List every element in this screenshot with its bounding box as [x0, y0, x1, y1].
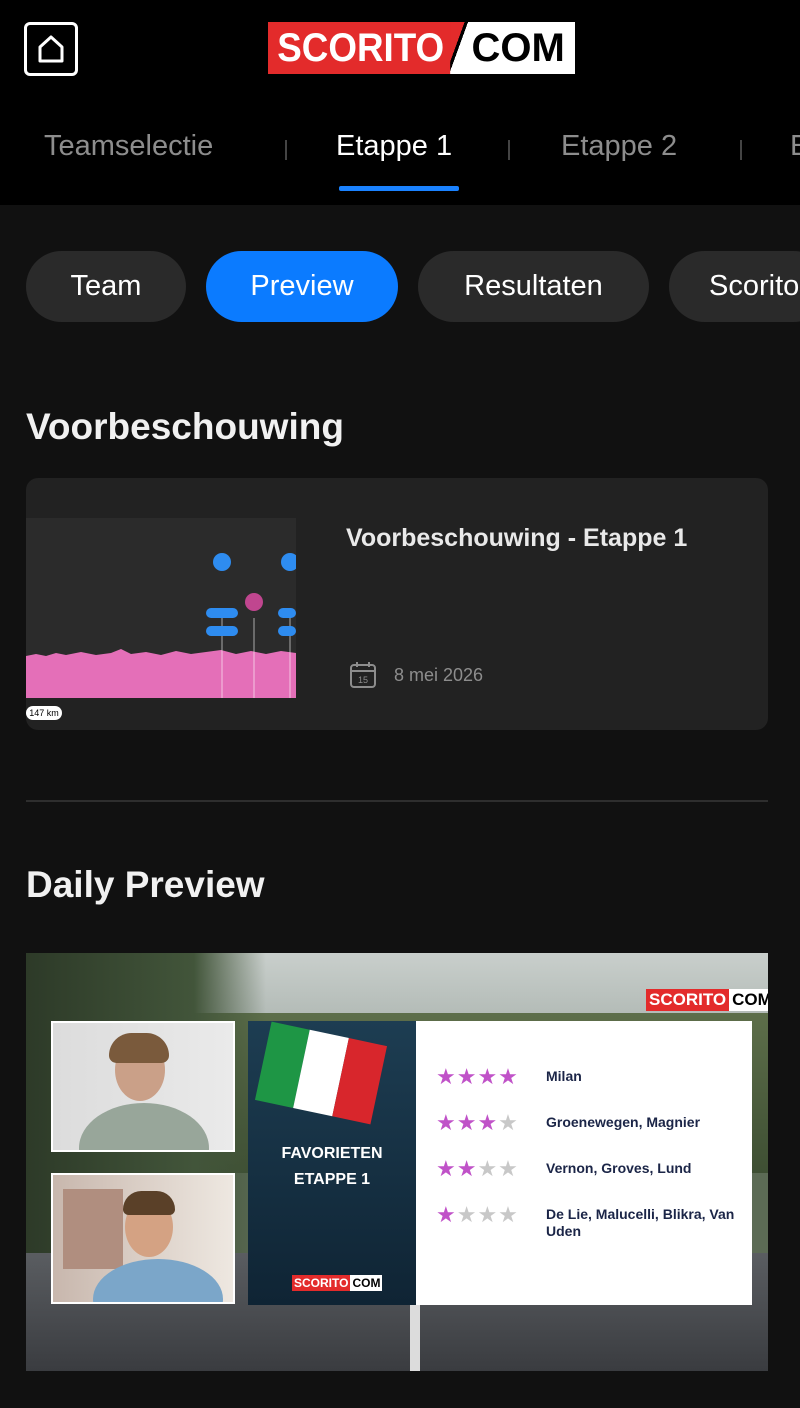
stage-tabs: Teamselectie Etappe 1 Etappe 2 E: [0, 118, 800, 192]
tab-etappe-1[interactable]: Etappe 1: [336, 130, 452, 163]
home-icon: [38, 35, 64, 63]
top-bar: SCORITO COM Teamselectie Etappe 1 Etappe…: [0, 0, 800, 205]
section-title-voorbeschouwing: Voorbeschouwing: [26, 406, 344, 447]
star-rating: ★★★★: [436, 1064, 519, 1089]
home-button[interactable]: [24, 22, 78, 76]
tab-teamselectie[interactable]: Teamselectie: [44, 130, 213, 163]
star-rating: ★★★★: [436, 1156, 519, 1181]
article-title: Voorbeschouwing - Etappe 1: [346, 524, 688, 552]
scorito-logo[interactable]: SCORITO COM: [268, 22, 575, 74]
webcam-host-1: [51, 1021, 235, 1152]
distance-badge: 147 km: [26, 706, 62, 720]
daily-preview-video[interactable]: SCORITO COM FAVORIETEN ETAPPE 1 SCORITO CO…: [26, 953, 768, 1371]
ratings-panel: ★★★★ Milan ★★★★ Groenewegen, Magnier ★★★…: [416, 1021, 752, 1305]
favorites-title: FAVORIETEN ETAPPE 1: [281, 1145, 383, 1188]
rating-row: ★★★★ Vernon, Groves, Lund: [436, 1156, 692, 1181]
subtab-resultaten[interactable]: Resultaten: [418, 251, 649, 322]
subtab-scorito[interactable]: Scorito: [669, 251, 800, 322]
panel-scorito-logo: SCORITO COM: [292, 1275, 383, 1291]
italy-flag: [254, 1021, 388, 1125]
tab-etappe-3[interactable]: E: [790, 130, 800, 163]
section-title-daily-preview: Daily Preview: [26, 864, 265, 905]
rating-row: ★★★★ Milan: [436, 1064, 582, 1089]
calendar-day: 15: [358, 675, 368, 685]
section-divider: [26, 800, 768, 802]
active-tab-underline: [339, 186, 459, 191]
tab-etappe-2[interactable]: Etappe 2: [561, 130, 677, 163]
star-rating: ★★★★: [436, 1202, 519, 1227]
logo-text-left: SCORITO: [268, 22, 450, 74]
favorites-panel: FAVORIETEN ETAPPE 1 SCORITO COM: [248, 1021, 416, 1305]
webcam-host-2: [51, 1173, 235, 1304]
calendar-icon: 15: [350, 662, 376, 688]
logo-text-right: COM: [467, 22, 575, 74]
preview-article-card[interactable]: 147 km Voorbeschouwing - Etappe 1 15 8 m…: [26, 478, 768, 730]
article-date: 8 mei 2026: [394, 665, 484, 685]
rating-row: ★★★★ De Lie, Malucelli, Blikra, Van Uden: [436, 1202, 735, 1240]
stage-profile-thumbnail: [26, 518, 296, 698]
subtab-preview[interactable]: Preview: [206, 251, 398, 322]
video-scorito-logo: SCORITO COM: [646, 989, 768, 1011]
star-rating: ★★★★: [436, 1110, 519, 1135]
subtab-team[interactable]: Team: [26, 251, 186, 322]
rating-row: ★★★★ Groenewegen, Magnier: [436, 1110, 701, 1135]
